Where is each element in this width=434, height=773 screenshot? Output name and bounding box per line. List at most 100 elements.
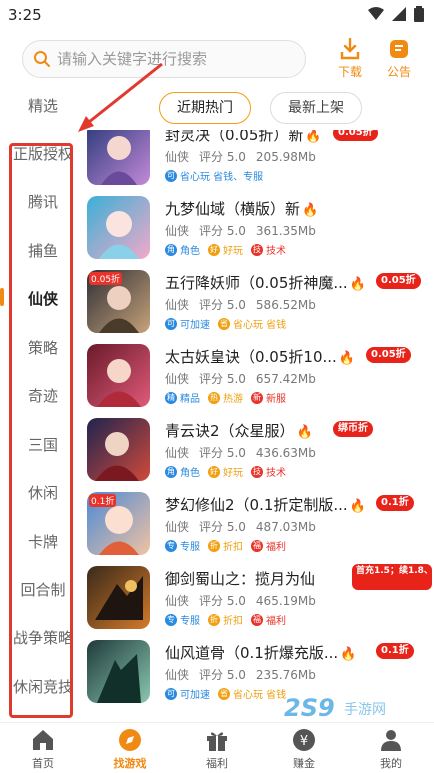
tag-text: 折扣	[223, 616, 243, 627]
game-size: 361.35Mb	[255, 224, 316, 238]
game-thumbnail-art	[87, 130, 150, 185]
game-title: 御剑蜀山之：揽月为仙	[165, 568, 315, 589]
game-title-text: 太古妖皇诀（0.05折10...	[165, 348, 337, 366]
notice-button[interactable]: 公告	[379, 38, 419, 82]
game-rating: 评分 5.0	[199, 520, 246, 534]
game-tag: 折折扣	[208, 612, 243, 627]
sidebar-item-card[interactable]: 卡牌	[0, 518, 86, 566]
tag-text: 好玩	[223, 246, 243, 257]
sidebar-item-xianxia[interactable]: 仙侠	[0, 275, 86, 323]
game-title: 仙风道骨（0.1折爆充版... 🔥	[165, 642, 356, 663]
game-title-text: 御剑蜀山之：揽月为仙	[165, 570, 316, 588]
game-row[interactable]: 太古妖皇诀（0.05折10... 🔥 0.05折 仙侠 评分 5.0 657.42Mb…	[80, 340, 434, 413]
tag-badge-icon: 技	[251, 243, 263, 256]
tag-text: 省心玩 省钱	[233, 320, 287, 331]
download-button[interactable]: 下载	[330, 38, 370, 82]
game-rating: 评分 5.0	[199, 594, 246, 608]
tag-badge-icon: 可	[165, 169, 177, 182]
tag-badge-icon: 可	[165, 687, 177, 700]
tag-text: 省心玩 省钱、专服	[180, 172, 264, 183]
tag-badge-icon: 福	[251, 613, 263, 626]
game-list[interactable]: 封灵决（0.05折）新 🔥 0.05折 仙侠 评分 5.0 205.98Mb 可省心玩…	[80, 130, 434, 720]
game-tag: 省省心玩 省钱	[218, 686, 286, 701]
game-rating: 评分 5.0	[199, 224, 246, 238]
game-title: 九梦仙域（横版）新 🔥	[165, 198, 318, 219]
nav-earn[interactable]: ¥ 赚金	[261, 723, 347, 773]
tag-badge-icon: 好	[208, 465, 220, 478]
sidebar-item-war-strategy[interactable]: 战争策略	[0, 614, 86, 662]
game-row[interactable]: 九梦仙域（横版）新 🔥 仙侠 评分 5.0 361.35Mb 角角色 好好玩 技技术	[80, 192, 434, 265]
tag-badge-icon: 热	[208, 391, 220, 404]
hot-flame-icon: 🔥	[340, 647, 357, 662]
category-sidebar: 精选 正版授权 腾讯 捕鱼 仙侠 策略 奇迹 三国 休闲 卡牌 回合制 战争策略…	[0, 82, 80, 722]
tag-text: 技术	[266, 246, 286, 257]
game-thumbnail-art	[87, 344, 150, 407]
game-meta: 仙侠 评分 5.0 361.35Mb	[165, 222, 326, 239]
game-tags: 可可加速 省省心玩 省钱	[165, 316, 286, 331]
game-row[interactable]: 青云诀2（众星服） 🔥 绑币折 仙侠 评分 5.0 436.63Mb 角角色 好好玩 …	[80, 414, 434, 487]
search-box[interactable]	[22, 40, 306, 78]
tag-text: 可加速	[180, 320, 210, 331]
coin-icon: ¥	[293, 729, 315, 751]
nav-mine[interactable]: 我的	[348, 723, 434, 773]
tag-badge-icon: 技	[251, 465, 263, 478]
search-input[interactable]	[57, 41, 297, 77]
game-category: 仙侠	[165, 446, 190, 460]
nav-welfare-label: 福利	[206, 757, 228, 770]
game-tag: 可省心玩 省钱、专服	[165, 168, 263, 183]
discount-badge: 0.05折	[376, 273, 421, 289]
sidebar-active-indicator	[0, 288, 4, 306]
game-row[interactable]: 仙风道骨（0.1折爆充版... 🔥 0.1折 仙侠 评分 5.0 235.76Mb 可…	[80, 636, 434, 709]
sidebar-item-tencent[interactable]: 腾讯	[0, 178, 86, 226]
game-meta: 仙侠 评分 5.0 487.03Mb	[165, 518, 326, 535]
game-tags: 角角色 好好玩 技技术	[165, 242, 286, 257]
sidebar-item-turn-based[interactable]: 回合制	[0, 566, 86, 614]
game-tag: 省省心玩 省钱	[218, 316, 286, 331]
game-row[interactable]: 御剑蜀山之：揽月为仙 首充1.5；续1.8、专服折 仙侠评分 5.0 465.19…	[80, 562, 434, 635]
discount-badge: 0.1折	[376, 643, 414, 659]
game-tag: 折折扣	[208, 538, 243, 553]
game-thumbnail	[87, 640, 150, 703]
sidebar-item-featured[interactable]: 精选	[0, 82, 86, 130]
game-meta: 仙侠 评分 5.0 235.76Mb	[165, 666, 326, 683]
hot-flame-icon: 🔥	[296, 425, 313, 440]
sidebar-item-licensed[interactable]: 正版授权	[0, 130, 86, 178]
game-title-text: 梦幻修仙2（0.1折定制版...	[165, 496, 348, 514]
nav-home[interactable]: 首页	[0, 723, 86, 773]
sidebar-item-miracle[interactable]: 奇迹	[0, 372, 86, 420]
game-title: 太古妖皇诀（0.05折10... 🔥	[165, 346, 355, 367]
sidebar-item-three-kingdoms[interactable]: 三国	[0, 421, 86, 469]
game-category: 仙侠	[165, 150, 190, 164]
nav-welfare[interactable]: 福利	[174, 723, 260, 773]
game-category: 仙侠	[165, 520, 190, 534]
tab-recent-hot[interactable]: 近期热门	[159, 92, 251, 124]
tag-badge-icon: 专	[165, 539, 177, 552]
game-row[interactable]: 封灵决（0.05折）新 🔥 0.05折 仙侠 评分 5.0 205.98Mb 可省心玩…	[80, 130, 434, 191]
game-rating: 评分 5.0	[199, 446, 246, 460]
game-row[interactable]: 0.1折 梦幻修仙2（0.1折定制版... 🔥 0.1折 仙侠 评分 5.0 487.…	[80, 488, 434, 561]
game-title-text: 九梦仙域（横版）新	[165, 200, 301, 218]
tag-badge-icon: 精	[165, 391, 177, 404]
game-tag: 技技术	[251, 242, 286, 257]
game-tag: 专专服	[165, 538, 200, 553]
game-row[interactable]: 0.05折 五行降妖师（0.05折神魔... 🔥 0.05折 仙侠 评分 5.0 58…	[80, 266, 434, 339]
game-thumbnail	[87, 130, 150, 185]
sidebar-item-fishing[interactable]: 捕鱼	[0, 227, 86, 275]
game-tags: 可可加速 省省心玩 省钱	[165, 686, 286, 701]
game-tag: 新新服	[251, 390, 286, 405]
game-meta: 仙侠 评分 5.0 436.63Mb	[165, 444, 326, 461]
hot-flame-icon: 🔥	[338, 351, 355, 366]
sidebar-item-casual-competitive[interactable]: 休闲竞技	[0, 663, 86, 711]
nav-find-games[interactable]: 找游戏	[87, 723, 173, 773]
sidebar-item-casual[interactable]: 休闲	[0, 469, 86, 517]
tag-badge-icon: 可	[165, 317, 177, 330]
tag-text: 福利	[266, 542, 286, 553]
tag-text: 精品	[180, 394, 200, 405]
game-tag: 福福利	[251, 538, 286, 553]
game-tag: 精精品	[165, 390, 200, 405]
tag-text: 折扣	[223, 542, 243, 553]
tab-newest[interactable]: 最新上架	[270, 92, 362, 124]
signal-icon	[392, 7, 406, 21]
tag-text: 角色	[180, 468, 200, 479]
sidebar-item-strategy[interactable]: 策略	[0, 324, 86, 372]
